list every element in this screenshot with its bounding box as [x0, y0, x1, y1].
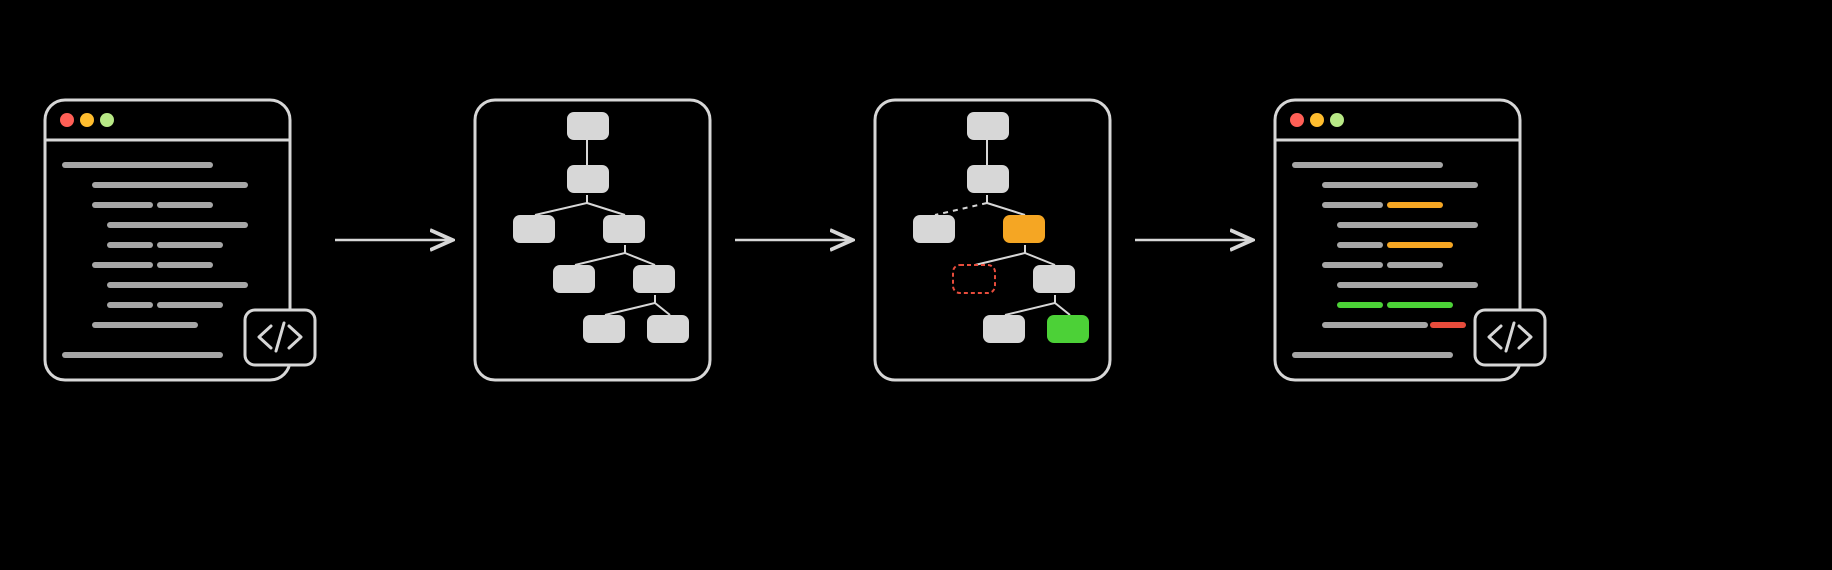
tree-node [647, 315, 689, 343]
tree-node-added [1047, 315, 1089, 343]
traffic-light-green-icon [1330, 113, 1344, 127]
stage-ast-tree [475, 100, 710, 380]
tree-node [583, 315, 625, 343]
traffic-light-yellow-icon [80, 113, 94, 127]
tree-node [913, 215, 955, 243]
code-badge-icon [1475, 310, 1545, 365]
stage-source-code [45, 100, 315, 380]
diagram-canvas [0, 0, 1832, 570]
tree [913, 112, 1089, 343]
code-lines [1295, 165, 1475, 355]
tree-node [553, 265, 595, 293]
code-lines [65, 165, 245, 355]
tree-node [983, 315, 1025, 343]
traffic-light-green-icon [100, 113, 114, 127]
tree-node [633, 265, 675, 293]
tree-node-modified [1003, 215, 1045, 243]
tree-node-deleted [953, 265, 995, 293]
stage-modified-ast-tree [875, 100, 1110, 380]
traffic-light-red-icon [60, 113, 74, 127]
stage-modified-source-code [1275, 100, 1545, 380]
traffic-light-yellow-icon [1310, 113, 1324, 127]
tree-node [967, 112, 1009, 140]
tree-node [603, 215, 645, 243]
tree-node [567, 112, 609, 140]
tree-node [1033, 265, 1075, 293]
tree-node [967, 165, 1009, 193]
tree [513, 112, 689, 343]
code-badge-icon [245, 310, 315, 365]
tree-node [567, 165, 609, 193]
tree-node [513, 215, 555, 243]
traffic-light-red-icon [1290, 113, 1304, 127]
